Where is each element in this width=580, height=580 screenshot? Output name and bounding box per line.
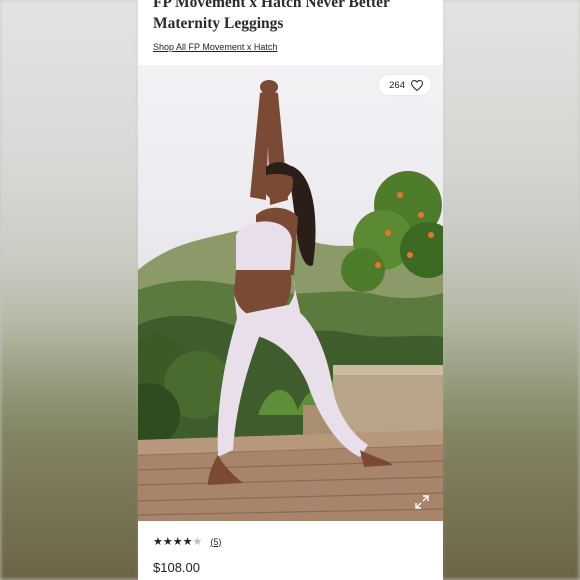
shop-all-link[interactable]: Shop All FP Movement x Hatch [153,42,277,52]
like-counter[interactable]: 264 [379,75,431,95]
heart-icon [411,79,423,91]
like-count: 264 [389,79,405,91]
expand-icon[interactable] [415,495,429,509]
review-count-link[interactable]: (5) [210,537,221,547]
star-icon: ★ [182,536,193,548]
star-icon: ★ [162,536,173,548]
star-icon: ★ [172,536,183,548]
rating-row: ★★★★★ (5) [153,535,221,548]
star-rating: ★★★★★ [153,535,202,548]
star-icon: ★ [192,536,203,548]
star-icon: ★ [153,536,163,548]
product-photo[interactable]: 264 [138,65,443,521]
price: $108.00 [153,560,200,575]
product-title: FP Movement x Hatch Never Better Materni… [153,0,390,32]
backdrop-left [0,0,138,580]
backdrop-right [443,0,580,580]
yoga-scene [138,80,443,521]
product-card: FP Movement x Hatch Never Better Materni… [138,0,443,580]
